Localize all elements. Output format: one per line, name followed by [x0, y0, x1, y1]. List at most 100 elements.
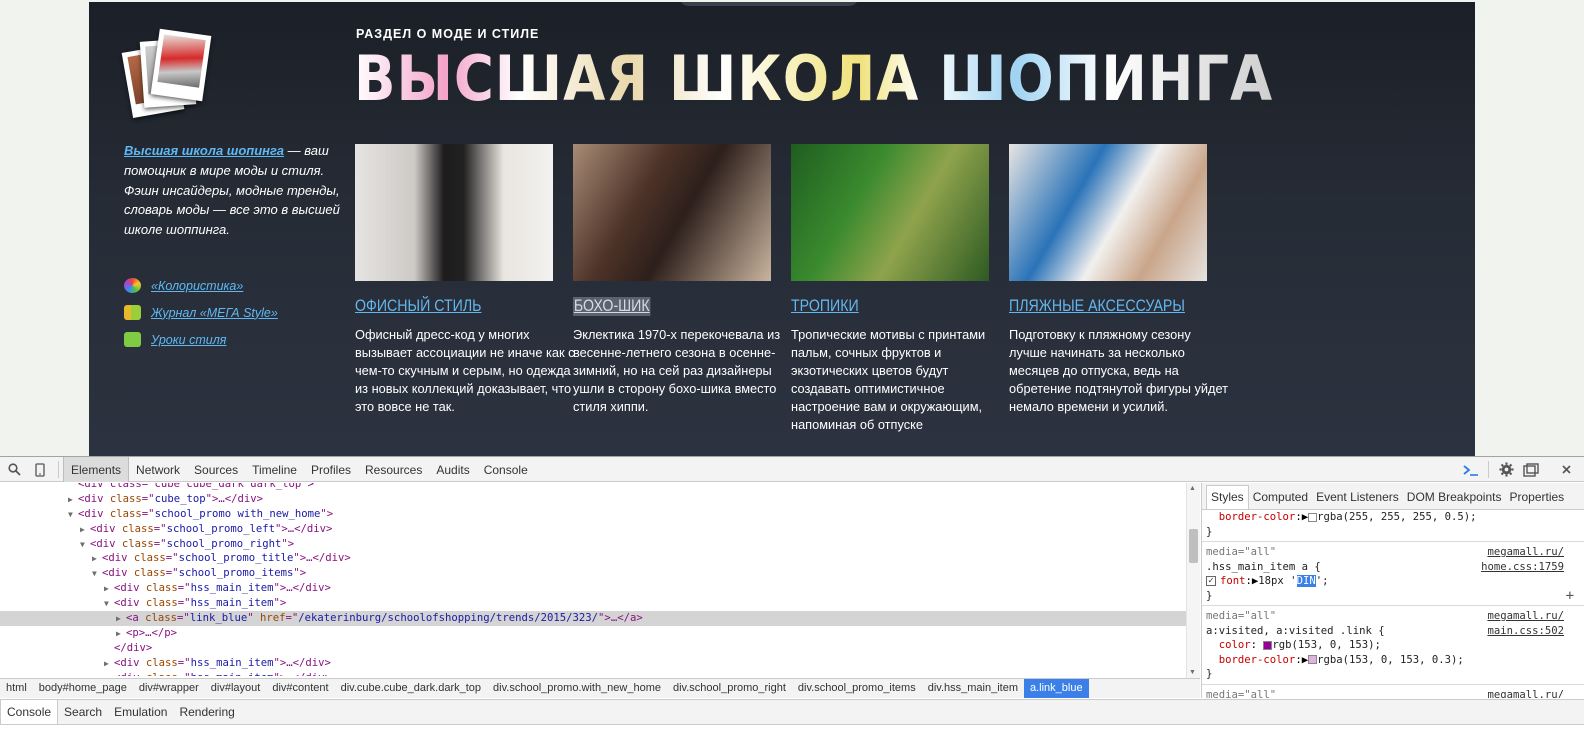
promo-item-image[interactable]: [791, 144, 989, 281]
glasses-icon: [124, 332, 141, 347]
color-swatch[interactable]: [1308, 512, 1318, 522]
promo-intro: Высшая школа шопинга — ваш помощник в ми…: [124, 141, 344, 240]
stylesheet-link[interactable]: megamall.ru/: [1487, 545, 1564, 560]
section-label: РАЗДЕЛ О МОДЕ И СТИЛЕ: [356, 27, 540, 41]
expand-triangle-icon[interactable]: ▶: [104, 672, 114, 676]
tab-event-listeners[interactable]: Event Listeners: [1312, 490, 1403, 509]
drawer-tab-rendering[interactable]: Rendering: [173, 700, 240, 724]
tab-dom-breakpoints[interactable]: DOM Breakpoints: [1403, 490, 1506, 509]
breadcrumb-item[interactable]: div#content: [266, 679, 334, 698]
tab-computed[interactable]: Computed: [1249, 490, 1312, 509]
dom-node-row[interactable]: ▶<div class="hss_main_item">…</div>: [0, 581, 1186, 596]
stylesheet-link[interactable]: home.css:1759: [1481, 560, 1564, 575]
side-link-style-lessons[interactable]: Уроки стиля: [124, 326, 278, 353]
breadcrumb-item[interactable]: div.cube.cube_dark.dark_top: [335, 679, 487, 698]
inspect-element-button[interactable]: [4, 457, 24, 482]
promo-item-description: Подготовку к пляжному сезону лучше начин…: [1009, 327, 1229, 414]
dom-node-row[interactable]: ▶<div class="hss_main_item">…</div>: [0, 671, 1186, 676]
promo-item-image[interactable]: [355, 144, 553, 281]
side-link-journal[interactable]: Журнал «МЕГА Style»: [124, 299, 278, 326]
dom-tree[interactable]: <div class="cube cube_dark dark_top"> ▶ <d…: [0, 483, 1186, 676]
promo-item-title-link[interactable]: БОХО-ШИК: [573, 297, 651, 316]
scrollbar-thumb[interactable]: [1189, 529, 1198, 563]
dom-node-row[interactable]: ▼ <div class="school_promo with_new_home"…: [0, 507, 1186, 522]
expand-triangle-icon[interactable]: ▶: [68, 493, 78, 508]
expand-triangle-icon[interactable]: ▶: [92, 552, 102, 567]
tab-audits[interactable]: Audits: [429, 457, 476, 482]
scroll-up-arrow-icon[interactable]: ▲: [1189, 485, 1196, 492]
expand-triangle-icon[interactable]: ▼: [92, 567, 102, 582]
stylesheet-link[interactable]: megamall.ru/: [1487, 688, 1564, 699]
breadcrumb-item[interactable]: div.school_promo_right: [667, 679, 792, 698]
dom-node-row[interactable]: <div class="cube cube_dark dark_top">: [0, 483, 1186, 492]
drawer-tab-console[interactable]: Console: [0, 700, 59, 724]
tab-resources[interactable]: Resources: [358, 457, 429, 482]
tab-elements[interactable]: Elements: [63, 457, 130, 482]
dom-node-row[interactable]: ▼ <div class="school_promo_right">: [0, 537, 1186, 552]
breadcrumb-item[interactable]: div.school_promo.with_new_home: [487, 679, 667, 698]
dom-node-row[interactable]: ▼ <div class="school_promo_items">: [0, 566, 1186, 581]
tab-console[interactable]: Console: [477, 457, 535, 482]
dom-attr-value: hss_main_item: [190, 582, 274, 595]
drawer-tab-emulation[interactable]: Emulation: [108, 700, 173, 724]
breadcrumb-item[interactable]: html: [0, 679, 33, 698]
promo-item-title-link[interactable]: ОФИСНЫЙ СТИЛЬ: [355, 297, 525, 316]
tab-profiles[interactable]: Profiles: [304, 457, 358, 482]
tab-timeline[interactable]: Timeline: [245, 457, 304, 482]
side-link-coloristics[interactable]: «Колористика»: [124, 272, 278, 299]
add-property-button[interactable]: +: [1566, 588, 1574, 604]
intro-link[interactable]: Высшая школа шопинга: [124, 143, 284, 158]
expand-triangle-icon[interactable]: ▶: [80, 523, 90, 538]
breadcrumb-item[interactable]: a.link_blue: [1024, 679, 1089, 698]
color-swatch[interactable]: [1308, 655, 1318, 664]
promo-item-title-link[interactable]: ПЛЯЖНЫЕ АКСЕССУАРЫ: [1009, 297, 1185, 316]
polaroids-logo[interactable]: [121, 28, 212, 119]
breadcrumb-item[interactable]: div.school_promo_items: [792, 679, 922, 698]
breadcrumb-item[interactable]: div#layout: [205, 679, 267, 698]
scroll-down-arrow-icon[interactable]: ▼: [1189, 669, 1196, 676]
css-selector[interactable]: a:visited, a:visited .link {: [1206, 625, 1385, 637]
breadcrumb-item[interactable]: div#wrapper: [133, 679, 205, 698]
breadcrumb-item[interactable]: div.hss_main_item: [922, 679, 1024, 698]
settings-button[interactable]: [1495, 457, 1517, 482]
expand-triangle-icon[interactable]: ▼: [80, 538, 90, 553]
drawer-tab-search[interactable]: Search: [58, 700, 108, 724]
dom-node-row[interactable]: ▶<div class="hss_main_item">…</div>: [0, 656, 1186, 671]
dom-tree-scrollbar[interactable]: ▲ ▼: [1186, 483, 1200, 678]
dom-node-row[interactable]: ▼ <div class="hss_main_item">: [0, 596, 1186, 611]
device-mode-button[interactable]: [30, 457, 50, 482]
tab-sources[interactable]: Sources: [187, 457, 245, 482]
expand-triangle-icon[interactable]: ▼: [68, 508, 78, 523]
style-declaration[interactable]: color: rgb(153, 0, 153);: [1206, 638, 1580, 653]
style-declaration[interactable]: border-color:▶ rgba(153, 0, 153, 0.3);: [1206, 653, 1580, 668]
style-declaration[interactable]: border-color:▶ rgba(255, 255, 255, 0.5);: [1206, 510, 1580, 525]
close-devtools-button[interactable]: [1556, 457, 1576, 482]
expand-triangle-icon[interactable]: ▶: [104, 582, 114, 597]
dom-node-row[interactable]: ▶ <div class="school_promo_title">…</div>: [0, 551, 1186, 566]
expand-triangle-icon[interactable]: ▶: [116, 627, 126, 642]
dom-node-row[interactable]: ▶ <a class="link_blue" href="/ekaterinbur…: [0, 611, 1186, 626]
promo-item-image[interactable]: [573, 144, 771, 281]
promo-item-title-link[interactable]: ТРОПИКИ: [791, 297, 961, 316]
dom-node-row[interactable]: ▶ <div class="cube_top">…</div>: [0, 492, 1186, 507]
tab-properties[interactable]: Properties: [1505, 490, 1568, 509]
property-checkbox[interactable]: ✓: [1206, 576, 1216, 586]
editing-value[interactable]: DIN: [1296, 575, 1316, 587]
dom-node-row[interactable]: ▶ <div class="school_promo_left">…</div>: [0, 522, 1186, 537]
expand-triangle-icon[interactable]: ▶: [104, 657, 114, 672]
dom-node-row[interactable]: </div>: [0, 641, 1186, 656]
expand-triangle-icon[interactable]: ▶: [116, 612, 126, 627]
breadcrumb-item[interactable]: body#home_page: [33, 679, 133, 698]
stylesheet-link[interactable]: megamall.ru/: [1487, 609, 1564, 624]
console-drawer-button[interactable]: [1460, 457, 1482, 482]
dock-side-button[interactable]: [1520, 457, 1542, 482]
dom-attr-name: class: [139, 582, 178, 595]
expand-triangle-icon[interactable]: ▼: [104, 597, 114, 612]
style-declaration[interactable]: ✓ font:▶18px 'DIN';: [1206, 574, 1580, 589]
tab-network[interactable]: Network: [129, 457, 187, 482]
dom-node-row[interactable]: ▶ <p>…</p>: [0, 626, 1186, 641]
css-selector[interactable]: .hss_main_item a {: [1206, 561, 1321, 573]
stylesheet-link[interactable]: main.css:502: [1487, 624, 1564, 639]
tab-styles[interactable]: Styles: [1206, 485, 1249, 509]
promo-item-image[interactable]: [1009, 144, 1207, 281]
